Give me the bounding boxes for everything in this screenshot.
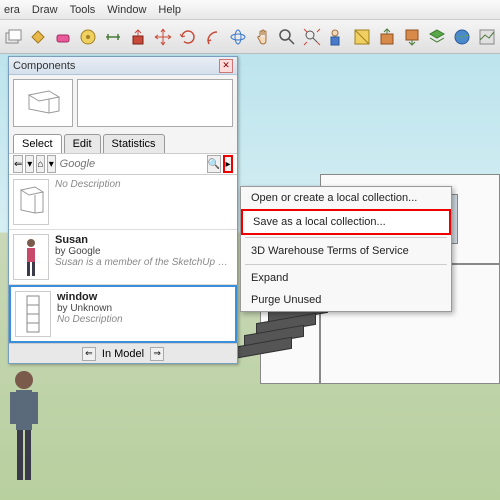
ctx-open-collection[interactable]: Open or create a local collection... xyxy=(241,187,451,209)
list-item[interactable]: Susan by Google Susan is a member of the… xyxy=(9,230,237,285)
ctx-warehouse-tos[interactable]: 3D Warehouse Terms of Service xyxy=(241,240,451,262)
panel-title-text: Components xyxy=(13,60,75,72)
tab-select[interactable]: Select xyxy=(13,134,62,153)
item-thumb-window xyxy=(15,291,51,337)
search-bar: ⇐ ▾ ⌂ ▾ 🔍 ▸ xyxy=(9,153,237,175)
item-thumb-box xyxy=(13,179,49,225)
item-desc: No Description xyxy=(55,179,233,190)
tab-edit[interactable]: Edit xyxy=(64,134,101,153)
context-menu: Open or create a local collection... Sav… xyxy=(240,186,452,312)
dropdown-icon-2[interactable]: ▾ xyxy=(47,155,56,173)
item-desc: Susan is a member of the SketchUp develo… xyxy=(55,257,233,268)
position-camera-icon[interactable] xyxy=(326,24,348,50)
menu-tools[interactable]: Tools xyxy=(70,4,96,16)
push-pull-icon[interactable] xyxy=(127,24,149,50)
search-input[interactable] xyxy=(58,156,205,172)
panel-close-button[interactable]: ✕ xyxy=(219,59,233,73)
component-preview xyxy=(9,75,237,131)
nav-back-button[interactable]: ⇐ xyxy=(13,155,23,173)
menu-draw[interactable]: Draw xyxy=(32,4,58,16)
move-icon[interactable] xyxy=(152,24,174,50)
toggle-terrain-icon[interactable] xyxy=(476,24,498,50)
component-list: No Description Susan by Google Susan is … xyxy=(9,175,237,343)
panel-titlebar[interactable]: Components ✕ xyxy=(9,57,237,75)
panel-tabs: Select Edit Statistics xyxy=(9,131,237,153)
share-model-icon[interactable] xyxy=(401,24,423,50)
item-name: Susan xyxy=(55,234,233,246)
dropdown-icon[interactable]: ▾ xyxy=(25,155,34,173)
section-plane-icon[interactable] xyxy=(351,24,373,50)
footer-prev-button[interactable]: ⇐ xyxy=(82,347,96,361)
toolbar xyxy=(0,20,500,54)
paint-bucket-icon[interactable] xyxy=(27,24,49,50)
google-earth-icon[interactable] xyxy=(451,24,473,50)
get-models-icon[interactable] xyxy=(376,24,398,50)
footer-label: In Model xyxy=(102,348,144,360)
home-icon[interactable]: ⌂ xyxy=(36,155,45,173)
layers-icon[interactable] xyxy=(426,24,448,50)
search-icon[interactable]: 🔍 xyxy=(207,155,221,173)
separator xyxy=(245,264,447,265)
pan-icon[interactable] xyxy=(252,24,274,50)
person-figure xyxy=(4,366,44,496)
details-menu-button[interactable]: ▸ xyxy=(223,155,233,173)
dimension-icon[interactable] xyxy=(102,24,124,50)
menu-bar: era Draw Tools Window Help xyxy=(0,0,500,20)
tape-measure-icon[interactable] xyxy=(77,24,99,50)
menu-camera[interactable]: era xyxy=(4,4,20,16)
ctx-expand[interactable]: Expand xyxy=(241,267,451,289)
item-name: window xyxy=(57,291,231,303)
item-thumb-person xyxy=(13,234,49,280)
tab-statistics[interactable]: Statistics xyxy=(103,134,165,153)
menu-window[interactable]: Window xyxy=(107,4,146,16)
item-desc: No Description xyxy=(57,314,231,325)
ctx-purge-unused[interactable]: Purge Unused xyxy=(241,289,451,311)
ctx-save-collection[interactable]: Save as a local collection... xyxy=(241,209,451,235)
list-item[interactable]: No Description xyxy=(9,175,237,230)
item-author: by Unknown xyxy=(57,303,231,314)
preview-description[interactable] xyxy=(77,79,233,127)
zoom-icon[interactable] xyxy=(276,24,298,50)
zoom-extents-icon[interactable] xyxy=(301,24,323,50)
menu-help[interactable]: Help xyxy=(158,4,181,16)
rotate-icon[interactable] xyxy=(177,24,199,50)
item-author: by Google xyxy=(55,246,233,257)
separator xyxy=(245,237,447,238)
list-item-selected[interactable]: window by Unknown No Description xyxy=(9,285,237,343)
preview-thumbnail xyxy=(13,79,73,127)
eraser-icon[interactable] xyxy=(52,24,74,50)
panel-footer: ⇐ In Model ⇒ xyxy=(9,343,237,363)
make-component-icon[interactable] xyxy=(2,24,24,50)
components-panel: Components ✕ Select Edit Statistics ⇐ ▾ … xyxy=(8,56,238,364)
orbit-icon[interactable] xyxy=(227,24,249,50)
footer-next-button[interactable]: ⇒ xyxy=(150,347,164,361)
offset-icon[interactable] xyxy=(202,24,224,50)
